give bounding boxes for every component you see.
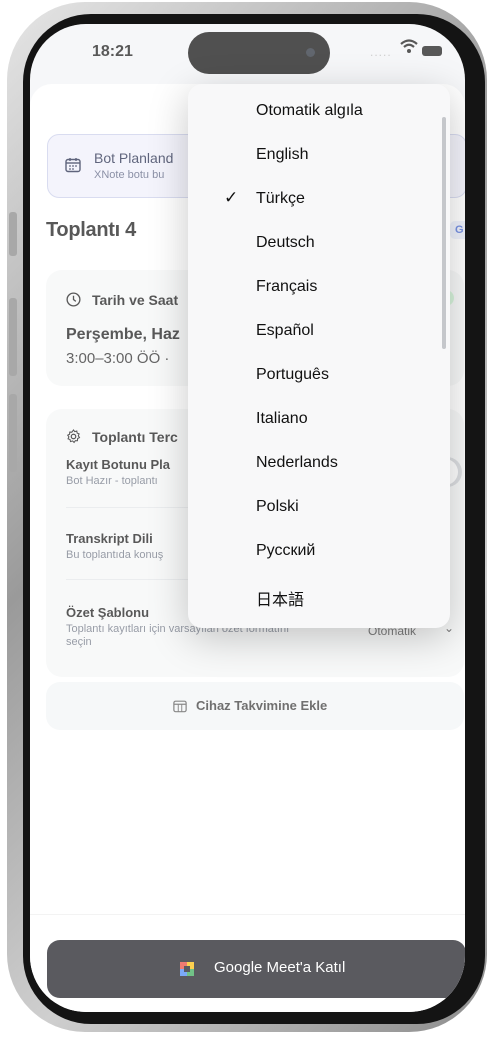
action-button: [9, 212, 17, 256]
language-option-label: Polski: [256, 498, 299, 515]
language-option-label: Français: [256, 278, 318, 295]
language-option-label: Italiano: [256, 410, 308, 427]
language-option-label: Otomatik algıla: [256, 102, 363, 119]
language-option[interactable]: ✓ Türkçe: [188, 178, 450, 222]
checkmark-icon: ✓: [224, 188, 239, 207]
language-option[interactable]: Italiano: [188, 398, 450, 442]
language-option-label: Español: [256, 322, 314, 339]
language-option-label: Deutsch: [256, 234, 315, 251]
language-option-label: Nederlands: [256, 454, 338, 471]
language-option[interactable]: 日本語: [188, 574, 450, 618]
volume-down-button: [9, 394, 17, 472]
language-option[interactable]: Español: [188, 310, 450, 354]
phone-screen: 18:21 ..... Bot Planland XNote botu bu T…: [30, 24, 465, 1012]
language-option-label: Русский: [256, 542, 316, 559]
language-option-label: 日本語: [256, 592, 305, 609]
language-dropdown-menu: Otomatik algıla English ✓ Türkçe Deutsch Fran…: [188, 84, 450, 628]
language-option[interactable]: Русский: [188, 530, 450, 574]
language-option[interactable]: English: [188, 134, 450, 178]
language-option[interactable]: Deutsch: [188, 222, 450, 266]
language-option-label: Türkçe: [256, 190, 305, 207]
language-option[interactable]: Otomatik algıla: [188, 90, 450, 134]
language-option-label: Português: [256, 366, 329, 383]
language-option[interactable]: Français: [188, 266, 450, 310]
language-option[interactable]: Polski: [188, 486, 450, 530]
language-option[interactable]: Português: [188, 354, 450, 398]
volume-up-button: [9, 298, 17, 376]
language-option-label: English: [256, 146, 309, 163]
language-option[interactable]: Nederlands: [188, 442, 450, 486]
